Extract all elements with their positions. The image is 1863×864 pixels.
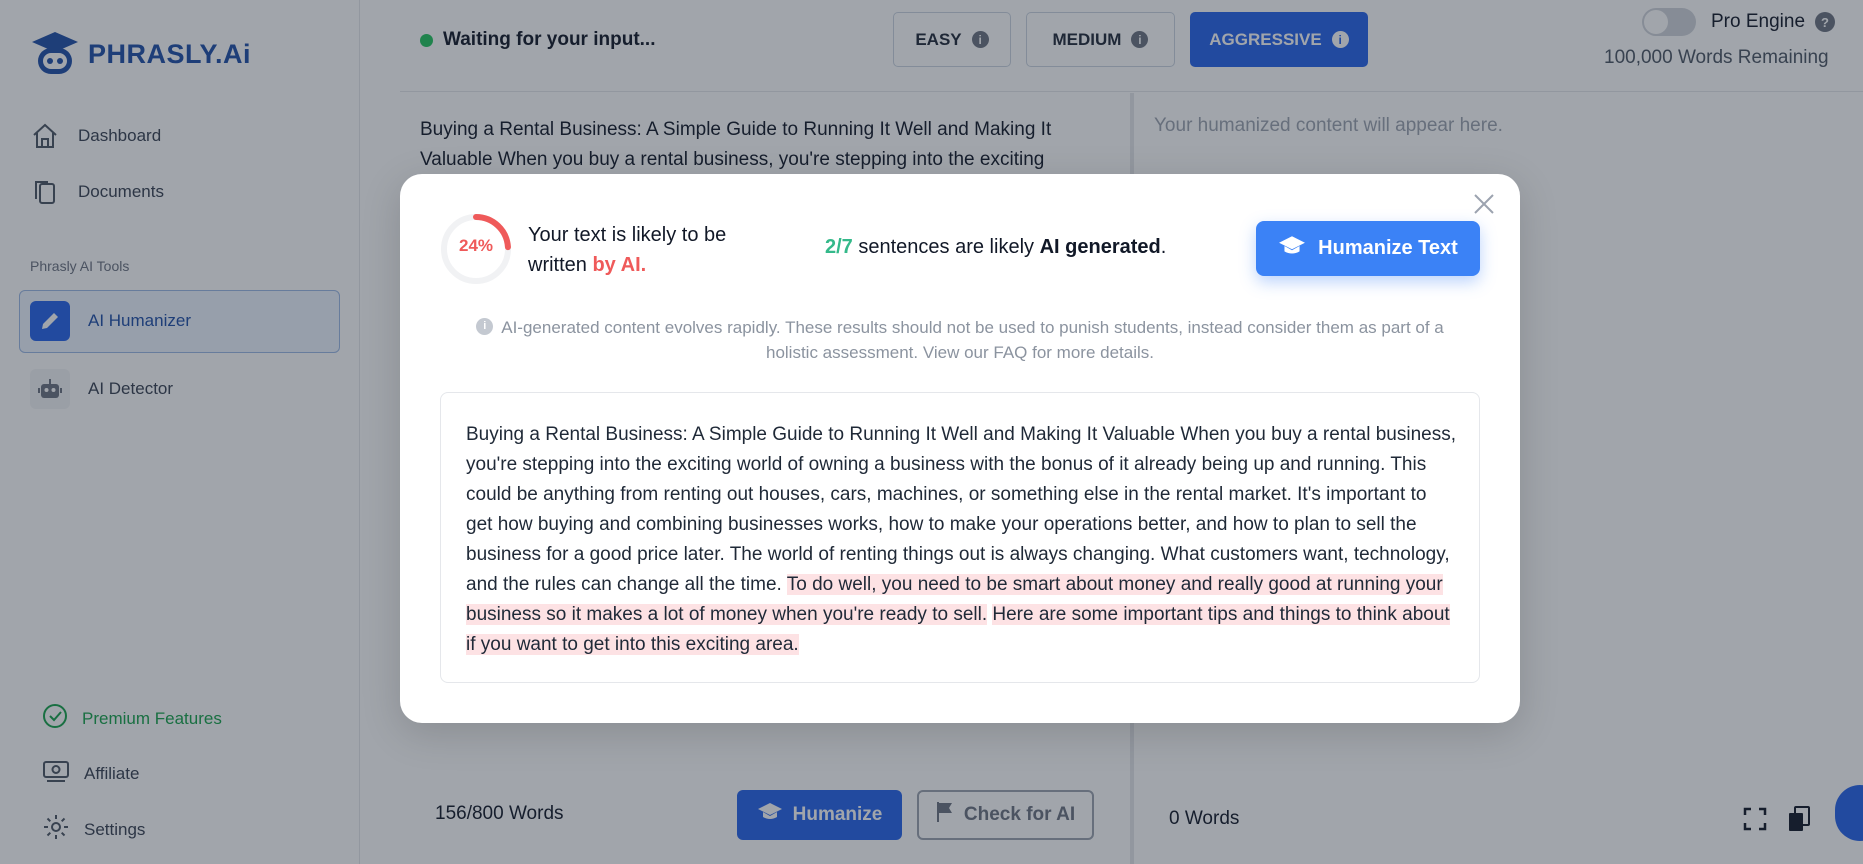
sentence-bold: AI generated [1039,236,1161,258]
analysis-result-text: Buying a Rental Business: A Simple Guide… [466,420,1456,660]
graduation-cap-icon [1278,235,1306,263]
disclaimer-text: AI-generated content evolves rapidly. Th… [501,318,1444,362]
disclaimer: i AI-generated content evolves rapidly. T… [455,315,1465,365]
ai-likelihood-text: Your text is likely to be written by AI. [528,220,758,280]
result-plain-text: Buying a Rental Business: A Simple Guide… [466,424,1456,595]
sentence-summary: 2/7 sentences are likely AI generated. [825,236,1166,259]
humanize-text-label: Humanize Text [1318,237,1458,259]
info-icon: i [476,318,494,336]
sentence-ratio: 2/7 [825,236,853,258]
close-icon[interactable] [1472,192,1496,216]
sentence-mid: sentences are likely [852,236,1040,258]
humanize-text-button[interactable]: Humanize Text [1256,221,1480,276]
sentence-end: . [1160,236,1167,258]
likely-ai: by AI. [592,254,647,276]
ai-score-value: 24% [458,236,494,255]
